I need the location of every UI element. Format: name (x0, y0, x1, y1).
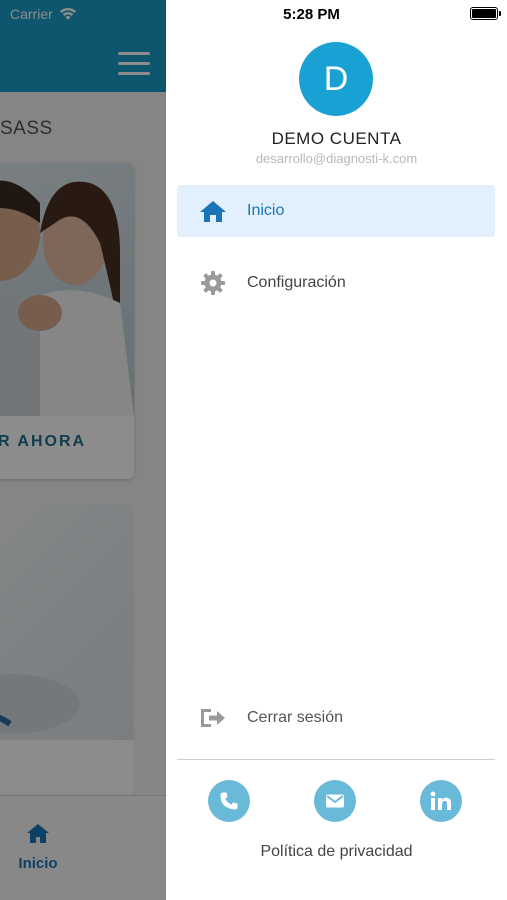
logout-icon (199, 704, 227, 732)
linkedin-icon (430, 791, 451, 810)
menu-item-label: Inicio (247, 202, 285, 219)
mail-icon (326, 794, 344, 808)
status-time: 5:28 PM (283, 6, 340, 23)
divider (177, 759, 495, 760)
gear-icon (199, 269, 227, 297)
battery-icon (470, 7, 501, 20)
logout-button[interactable]: Cerrar sesión (177, 692, 495, 744)
user-email: desarrollo@diagnosti-k.com (255, 151, 418, 166)
home-icon (199, 197, 227, 225)
avatar: D (299, 42, 373, 116)
phone-icon (220, 792, 238, 810)
user-name: DEMO CUENTA (271, 129, 402, 148)
phone-button[interactable] (208, 780, 250, 822)
menu-item-label: Configuración (247, 274, 346, 291)
menu-item-configuracion[interactable]: Configuración (177, 257, 495, 309)
side-drawer: 5:28 PM D DEMO CUENTA desarrollo@diagnos… (166, 0, 507, 900)
privacy-policy-link[interactable]: Política de privacidad (166, 843, 507, 861)
email-button[interactable] (314, 780, 356, 822)
drawer-overlay[interactable] (0, 0, 166, 900)
logout-label: Cerrar sesión (247, 709, 344, 726)
background-app: Carrier SASS R AHORA Inicio (0, 0, 166, 900)
menu-item-inicio[interactable]: Inicio (177, 185, 495, 237)
linkedin-button[interactable] (420, 780, 462, 822)
